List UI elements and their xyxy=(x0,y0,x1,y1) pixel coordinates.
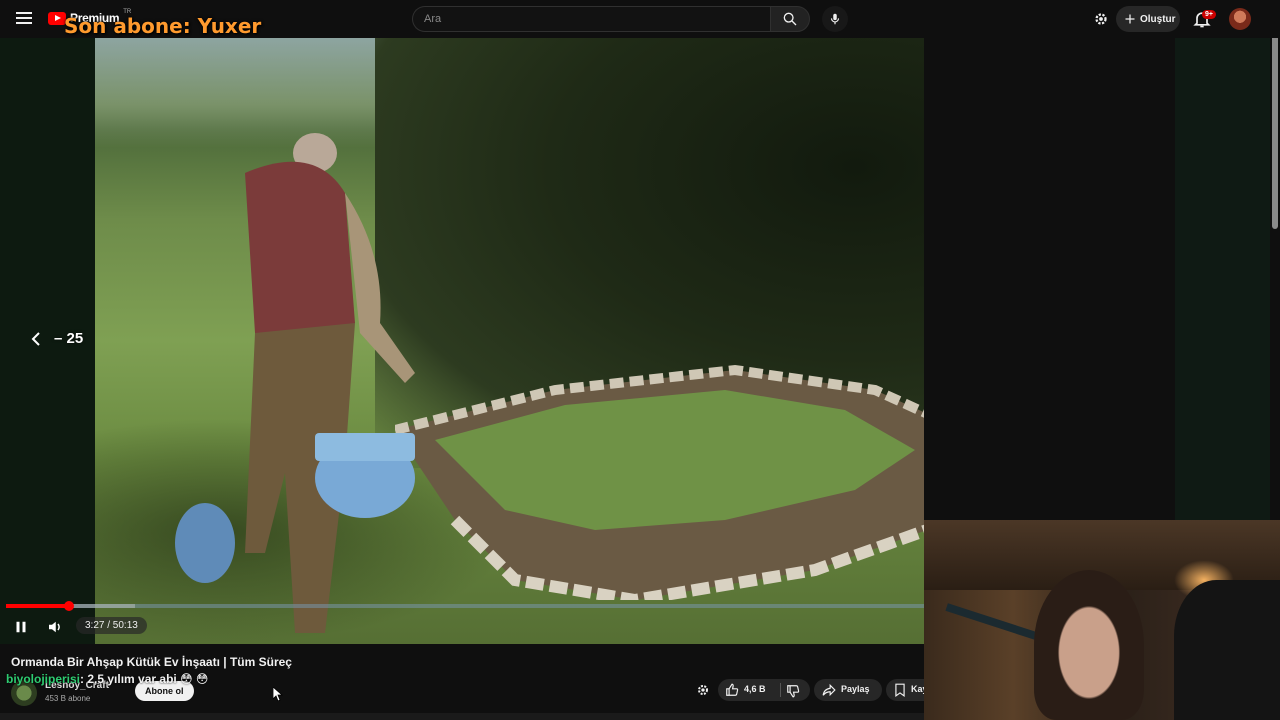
streamer-webcam xyxy=(924,520,1280,720)
chevron-left-icon xyxy=(31,331,40,346)
video-stone-foundation xyxy=(395,364,924,600)
dislike-icon[interactable] xyxy=(786,684,800,698)
create-button[interactable]: Oluştur xyxy=(1116,6,1180,32)
seek-back-label: – 25 xyxy=(54,330,84,347)
menu-icon[interactable] xyxy=(14,9,34,29)
extension-gear-icon[interactable] xyxy=(1092,10,1110,28)
chat-message: : 2,5 yılım var abi 😳 😳 xyxy=(80,672,209,686)
share-label: Paylaş xyxy=(841,684,870,694)
page-bottom-strip xyxy=(0,713,924,720)
seek-back-indicator[interactable]: – 25 xyxy=(30,330,83,347)
bookmark-icon xyxy=(895,683,905,697)
video-title: Ormanda Bir Ahşap Kütük Ev İnşaatı | Tüm… xyxy=(11,655,292,669)
time-display: 3:27 / 50:13 xyxy=(76,617,147,634)
player-controls: 3:27 / 50:13 xyxy=(0,612,924,644)
voice-search-button[interactable] xyxy=(822,6,848,32)
search-icon xyxy=(783,12,797,26)
volume-icon[interactable] xyxy=(46,618,64,636)
video-player[interactable]: – 25 3:27 / 50:13 xyxy=(0,38,924,644)
search-button[interactable] xyxy=(770,6,810,32)
like-divider xyxy=(780,683,781,697)
ambient-glow xyxy=(1175,38,1270,520)
like-icon[interactable] xyxy=(725,683,739,697)
video-info: Ormanda Bir Ahşap Kütük Ev İnşaatı | Tüm… xyxy=(0,644,924,720)
save-label: Kaydet xyxy=(911,684,924,694)
save-button[interactable]: Kaydet xyxy=(886,679,924,701)
notification-count-badge: 9+ xyxy=(1202,10,1216,19)
webcam-streamer xyxy=(1034,570,1144,720)
progress-played xyxy=(6,604,70,608)
video-sky xyxy=(95,38,415,148)
search-input[interactable] xyxy=(413,7,770,31)
video-person xyxy=(175,133,415,633)
like-dislike-group: 4,6 B xyxy=(718,679,810,701)
last-subscriber-overlay: Son abone: Yuxer xyxy=(64,14,262,38)
mouse-cursor-icon xyxy=(273,687,283,701)
search-box[interactable] xyxy=(412,6,770,32)
webcam-jacket xyxy=(1174,580,1280,720)
channel-subscriber-count: 453 B abone xyxy=(45,694,91,703)
extension-gear-icon[interactable] xyxy=(695,682,711,698)
pause-icon[interactable] xyxy=(12,618,30,636)
progress-bar[interactable] xyxy=(6,601,924,611)
create-label: Oluştur xyxy=(1140,13,1176,25)
chat-username: biyolojiperisi xyxy=(6,672,81,686)
share-button[interactable]: Paylaş xyxy=(814,679,882,701)
like-count: 4,6 B xyxy=(744,684,766,694)
account-avatar[interactable] xyxy=(1229,8,1251,30)
share-arrow-icon xyxy=(822,683,836,697)
chat-overlay: biyolojiperisi: 2,5 yılım var abi 😳 😳 xyxy=(6,672,208,686)
video-frame[interactable] xyxy=(95,38,924,644)
microphone-icon xyxy=(830,13,840,25)
plus-icon xyxy=(1125,14,1135,24)
